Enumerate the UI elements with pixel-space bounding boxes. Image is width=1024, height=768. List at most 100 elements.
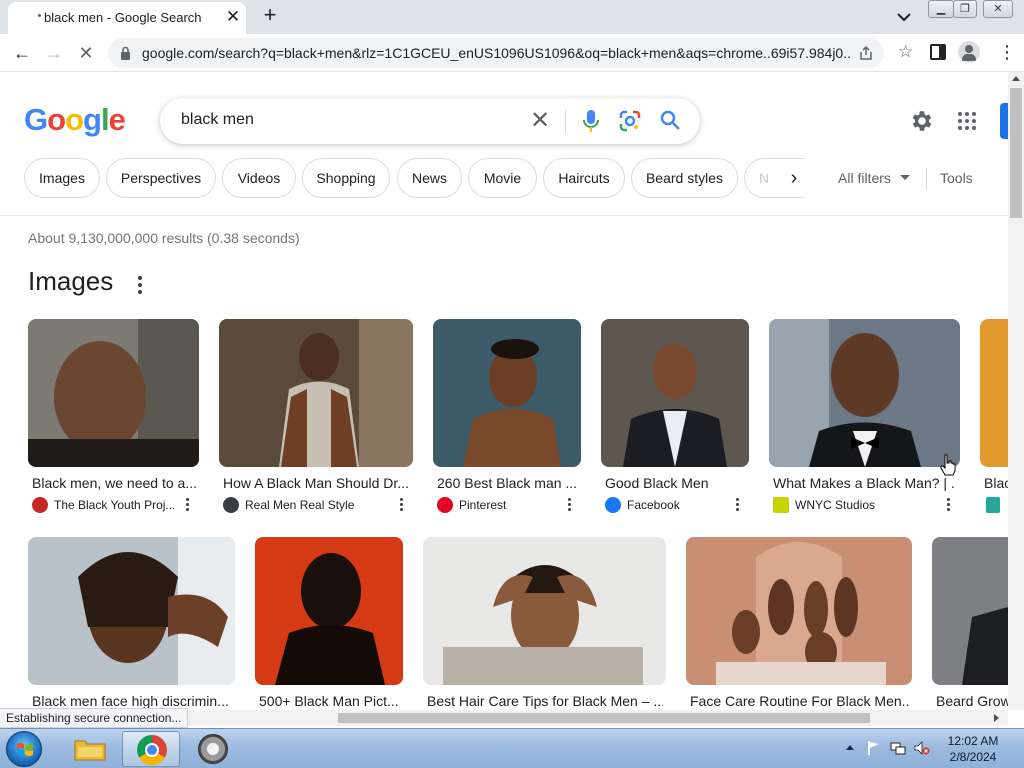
google-apps-icon[interactable] <box>958 112 976 130</box>
more-options-icon[interactable] <box>135 276 145 294</box>
window-close-button[interactable]: ✕ <box>983 0 1013 18</box>
image-thumbnail[interactable] <box>28 537 235 685</box>
result-stats: About 9,130,000,000 results (0.38 second… <box>28 230 300 246</box>
vertical-scroll-thumb[interactable] <box>1010 88 1022 218</box>
share-icon[interactable] <box>858 45 874 61</box>
chip-haircuts[interactable]: Haircuts <box>543 158 625 198</box>
image-caption[interactable]: Blac <box>984 475 1008 491</box>
image-caption[interactable]: Beard Grow <box>936 693 1008 709</box>
image-thumbnail[interactable] <box>28 319 199 467</box>
taskbar-file-explorer[interactable] <box>60 731 118 767</box>
search-input[interactable]: black men <box>181 111 254 129</box>
horizontal-scroll-thumb[interactable] <box>338 713 870 723</box>
caret-down-icon[interactable] <box>900 175 910 180</box>
url-text[interactable]: google.com/search?q=black+men&rlz=1C1GCE… <box>142 45 852 61</box>
image-thumbnail[interactable] <box>423 537 666 685</box>
more-options-icon[interactable] <box>944 497 954 513</box>
image-thumbnail[interactable] <box>433 319 581 467</box>
google-logo[interactable]: Google <box>24 102 126 138</box>
search-box[interactable]: black men ✕ <box>160 98 700 144</box>
more-options-icon[interactable] <box>565 497 575 513</box>
image-caption[interactable]: Black men, we need to a... <box>32 475 197 491</box>
chip-perspectives[interactable]: Perspectives <box>106 158 216 198</box>
image-thumbnail[interactable] <box>219 319 413 467</box>
back-arrow-icon[interactable]: ← <box>10 41 34 65</box>
photo-image <box>769 319 960 467</box>
folder-icon <box>74 740 106 761</box>
image-source[interactable]: The Black Youth Proj... <box>54 498 174 512</box>
image-thumbnail[interactable] <box>255 537 403 685</box>
tools-button[interactable]: Tools <box>940 170 973 186</box>
show-hidden-icons-icon[interactable] <box>846 745 854 750</box>
photo-image <box>219 319 413 467</box>
google-lens-icon[interactable] <box>619 110 641 132</box>
stop-loading-icon[interactable]: ✕ <box>74 41 98 65</box>
taskbar-chrome[interactable] <box>122 731 180 767</box>
search-box-divider <box>565 109 566 133</box>
image-source[interactable]: Real Men Real Style <box>245 498 385 512</box>
chip-movie[interactable]: Movie <box>468 158 537 198</box>
forward-arrow-icon[interactable]: → <box>42 41 66 65</box>
more-options-icon[interactable] <box>397 497 407 513</box>
taskbar-browser-app[interactable] <box>184 731 242 767</box>
image-caption[interactable]: Face Care Routine For Black Men... <box>690 693 910 709</box>
chip-images[interactable]: Images <box>24 158 100 198</box>
apps-dot <box>958 126 962 130</box>
image-caption[interactable]: Best Hair Care Tips for Black Men – ... <box>427 693 663 709</box>
microphone-icon[interactable] <box>580 109 602 133</box>
sign-in-button[interactable] <box>1000 103 1008 139</box>
browser-status-bar: Establishing secure connection... <box>0 708 189 728</box>
chevron-down-icon[interactable] <box>894 8 914 26</box>
vertical-scrollbar[interactable] <box>1008 72 1024 710</box>
scroll-right-arrow-icon[interactable] <box>994 714 999 722</box>
image-source[interactable]: WNYC Studios <box>795 498 935 512</box>
more-options-icon[interactable] <box>183 497 193 513</box>
lock-icon[interactable] <box>120 46 131 60</box>
bookmark-star-icon[interactable]: ☆ <box>898 43 913 61</box>
address-bar[interactable]: google.com/search?q=black+men&rlz=1C1GCE… <box>108 38 913 68</box>
network-icon[interactable] <box>890 740 906 756</box>
window-restore-button[interactable]: ❐ <box>953 0 977 18</box>
clear-icon[interactable]: ✕ <box>530 109 550 133</box>
image-thumbnail[interactable] <box>980 319 1008 467</box>
apps-dot <box>972 119 976 123</box>
profile-avatar-icon[interactable] <box>958 41 980 63</box>
image-source[interactable]: Facebook <box>627 498 717 512</box>
start-button[interactable] <box>6 731 42 767</box>
window-minimize-button[interactable]: ▁ <box>928 0 954 18</box>
tab-close-icon[interactable]: ✕ <box>224 8 242 26</box>
new-tab-icon[interactable]: + <box>258 4 282 28</box>
image-thumbnail[interactable] <box>769 319 960 467</box>
photo-image <box>255 537 403 685</box>
logo-letter: l <box>100 102 110 137</box>
volume-muted-icon[interactable] <box>914 740 930 756</box>
chip-news[interactable]: News <box>397 158 462 198</box>
chip-beard-styles[interactable]: Beard styles <box>631 158 738 198</box>
action-center-flag-icon[interactable] <box>866 740 882 756</box>
image-caption[interactable]: How A Black Man Should Dr... <box>223 475 409 491</box>
image-caption[interactable]: 260 Best Black man ... <box>437 475 577 491</box>
image-caption[interactable]: Black men face high discrimin... <box>32 693 232 709</box>
compass-icon <box>198 734 228 764</box>
system-clock[interactable]: 12:02 AM 2/8/2024 <box>942 733 1004 765</box>
tab-google-search[interactable]: black men - Google Search ✕ <box>8 2 246 34</box>
image-caption[interactable]: What Makes a Black Man? | ... <box>773 475 956 491</box>
chip-videos[interactable]: Videos <box>222 158 296 198</box>
image-source[interactable]: Pinterest <box>459 498 549 512</box>
image-caption[interactable]: Good Black Men <box>605 475 745 491</box>
photo-image <box>28 537 235 685</box>
scroll-up-arrow-icon[interactable] <box>1012 76 1020 81</box>
all-filters-button[interactable]: All filters <box>838 170 891 186</box>
chip-shopping[interactable]: Shopping <box>302 158 390 198</box>
more-options-icon[interactable] <box>733 497 743 513</box>
image-caption[interactable]: 500+ Black Man Pict... <box>259 693 407 709</box>
chevron-right-icon[interactable]: › <box>782 166 806 190</box>
settings-gear-icon[interactable] <box>909 108 935 134</box>
hand-cursor-icon <box>940 454 956 476</box>
image-thumbnail[interactable] <box>932 537 1008 685</box>
chrome-menu-icon[interactable]: ⋮ <box>998 42 1016 62</box>
image-thumbnail[interactable] <box>601 319 749 467</box>
image-thumbnail[interactable] <box>686 537 912 685</box>
search-icon[interactable] <box>659 109 681 131</box>
side-panel-icon[interactable] <box>930 44 946 60</box>
